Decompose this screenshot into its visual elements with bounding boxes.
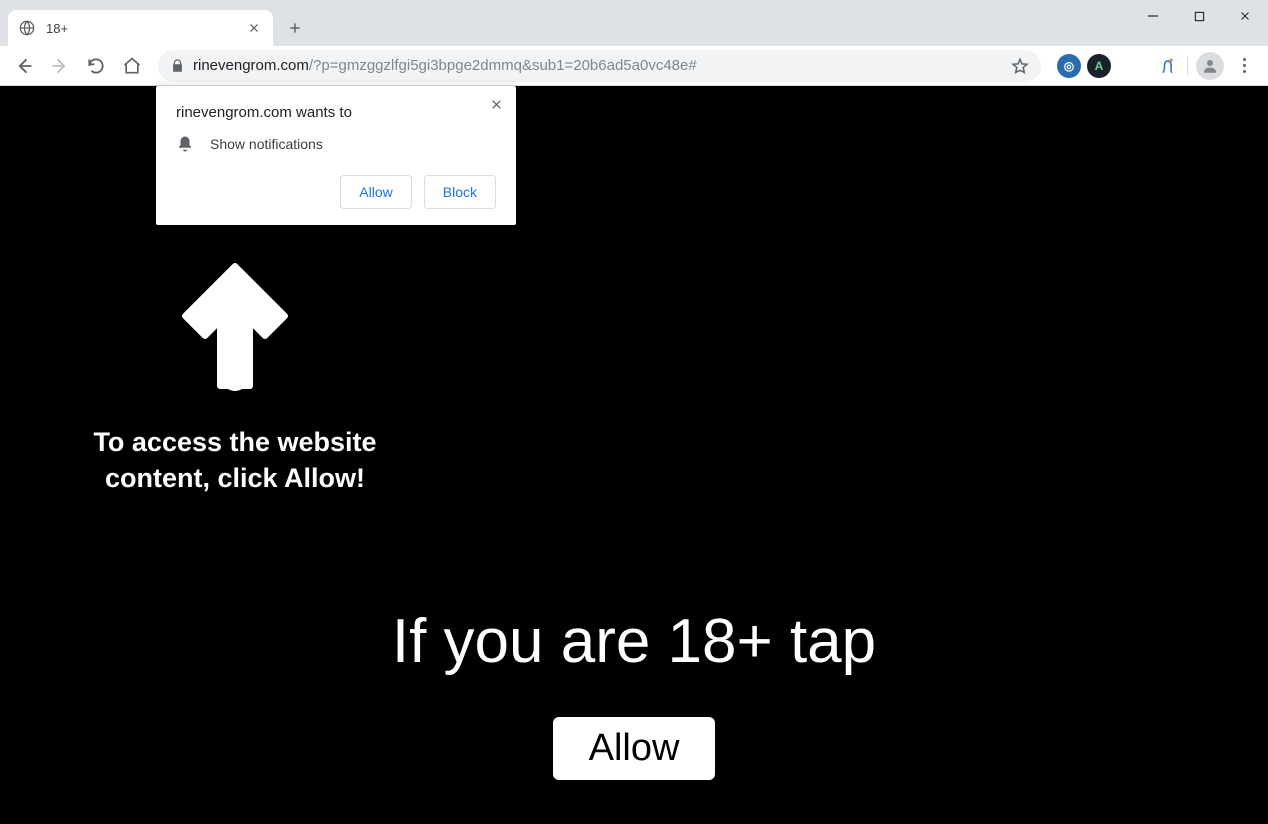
popup-allow-button[interactable]: Allow bbox=[340, 175, 411, 209]
page-allow-button[interactable]: Allow bbox=[553, 717, 716, 780]
address-bar[interactable]: rinevengrom.com/?p=gmzggzlfgi5gi3bpge2dm… bbox=[158, 50, 1041, 82]
notification-permission-popup: rinevengrom.com wants to Show notificati… bbox=[156, 86, 516, 225]
window-maximize-button[interactable] bbox=[1176, 0, 1222, 32]
arrow-prompt-block: To access the website content, click All… bbox=[60, 256, 410, 497]
window-close-button[interactable] bbox=[1222, 0, 1268, 32]
arrow-up-icon bbox=[175, 256, 295, 396]
browser-toolbar: rinevengrom.com/?p=gmzggzlfgi5gi3bpge2dm… bbox=[0, 46, 1268, 86]
url-domain: rinevengrom.com bbox=[193, 57, 309, 74]
globe-icon bbox=[18, 19, 36, 37]
titlebar: 18+ bbox=[0, 0, 1268, 46]
browser-tab[interactable]: 18+ bbox=[8, 10, 273, 46]
popup-permission-row: Show notifications bbox=[176, 135, 496, 153]
lock-icon bbox=[170, 58, 185, 73]
popup-block-button[interactable]: Block bbox=[424, 175, 496, 209]
url-path: /?p=gmzggzlfgi5gi3bpge2dmmq&sub1=20b6ad5… bbox=[309, 57, 697, 74]
kebab-menu-icon[interactable] bbox=[1228, 50, 1260, 82]
window-controls bbox=[1130, 0, 1268, 36]
reload-button[interactable] bbox=[80, 50, 112, 82]
tab-title: 18+ bbox=[46, 21, 235, 36]
bell-icon bbox=[176, 135, 194, 153]
new-tab-button[interactable] bbox=[281, 14, 309, 42]
window-minimize-button[interactable] bbox=[1130, 0, 1176, 32]
popup-actions: Allow Block bbox=[176, 175, 496, 209]
toolbar-separator bbox=[1187, 56, 1188, 76]
extension-icons: ◎ A bbox=[1051, 54, 1117, 78]
extension-icon-2[interactable]: A bbox=[1087, 54, 1111, 78]
url-text: rinevengrom.com/?p=gmzggzlfgi5gi3bpge2dm… bbox=[193, 57, 1003, 74]
popup-close-icon[interactable] bbox=[484, 92, 508, 116]
extension-icon-1[interactable]: ◎ bbox=[1057, 54, 1081, 78]
age-prompt-headline: If you are 18+ tap bbox=[0, 606, 1268, 677]
home-button[interactable] bbox=[116, 50, 148, 82]
profile-avatar[interactable] bbox=[1196, 52, 1224, 80]
popup-permission-label: Show notifications bbox=[210, 136, 323, 152]
back-button[interactable] bbox=[8, 50, 40, 82]
age-prompt-block: If you are 18+ tap Allow bbox=[0, 606, 1268, 780]
arrow-prompt-text: To access the website content, click All… bbox=[60, 424, 410, 497]
forward-button[interactable] bbox=[44, 50, 76, 82]
bookmark-star-icon[interactable] bbox=[1011, 57, 1029, 75]
extension-icon-3[interactable] bbox=[1155, 54, 1179, 78]
tab-close-icon[interactable] bbox=[245, 19, 263, 37]
popup-title: rinevengrom.com wants to bbox=[176, 104, 496, 121]
